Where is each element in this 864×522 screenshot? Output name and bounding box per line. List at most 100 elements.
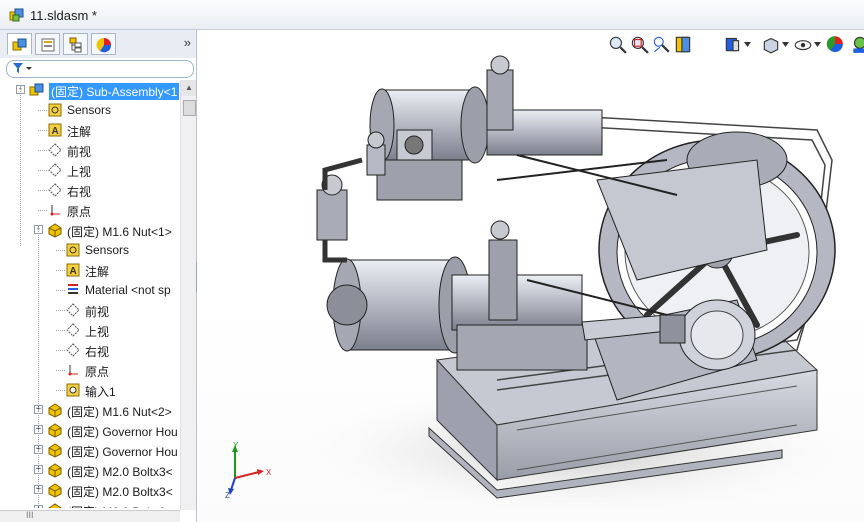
- subassembly-icon: [29, 83, 44, 96]
- tree-connector: [56, 270, 65, 271]
- configuration-manager-icon: [69, 37, 82, 53]
- assembly-tree-icon: [12, 38, 27, 51]
- part-icon: [48, 443, 62, 458]
- tree-item[interactable]: - (固定) Sub-Assembly<1: [0, 80, 180, 100]
- tree-connector: [56, 390, 65, 391]
- scroll-grip: III: [26, 510, 34, 520]
- plane-icon: [48, 143, 62, 157]
- triad-y-label: Y: [233, 441, 239, 450]
- annotation-icon: A: [66, 263, 80, 277]
- tree-item-label: 上视: [85, 325, 110, 339]
- plane-icon: [66, 323, 80, 337]
- feature-manager-panel: » - (固定) Sub-Assembly<1 Sensors A 注解 前视 上视 右视 原点…: [0, 30, 197, 522]
- tree-item[interactable]: Sensors: [0, 100, 180, 120]
- tree-item-label: (固定) M1.6 Nut<1>: [67, 225, 172, 239]
- tab-displaymanager[interactable]: [91, 33, 116, 55]
- tree-item[interactable]: +(固定) M2.0 Boltx3<: [0, 500, 180, 508]
- tree-item-label: 右视: [85, 345, 110, 359]
- tab-propertymanager[interactable]: [35, 33, 60, 55]
- tree-item[interactable]: 原点: [0, 200, 180, 220]
- tree-item-label: 原点: [85, 365, 110, 379]
- tree-guide-line: [20, 86, 21, 246]
- tree-horizontal-scrollbar[interactable]: III: [0, 510, 180, 522]
- tree-item[interactable]: Sensors: [0, 240, 180, 260]
- tree-item-label: (固定) M2.0 Boltx3<: [67, 465, 173, 479]
- tree-item-label: Sensors: [67, 103, 112, 117]
- graphics-area[interactable]: Y X Z: [197, 30, 864, 522]
- tree-item-label: 前视: [67, 145, 92, 159]
- display-manager-icon: [96, 37, 112, 53]
- coordinate-triad: Y X Z: [225, 441, 272, 500]
- tree-connector: [56, 370, 65, 371]
- tree-connector: [56, 350, 65, 351]
- tree-connector: [56, 290, 65, 291]
- feature-tree: - (固定) Sub-Assembly<1 Sensors A 注解 前视 上视 右视 原点 -(…: [0, 80, 180, 508]
- tree-connector: [38, 170, 47, 171]
- tree-item[interactable]: 输入1: [0, 380, 180, 400]
- part-icon: [48, 503, 62, 508]
- title-bar: 11.sldasm *: [0, 0, 864, 30]
- annotation-icon: A: [48, 123, 62, 137]
- tree-item-label: (固定) Governor Hou: [67, 425, 178, 439]
- sensors-icon: [48, 103, 62, 117]
- tree-item-label: Sensors: [85, 243, 130, 257]
- tree-item[interactable]: Material <not sp: [0, 280, 180, 300]
- tree-item[interactable]: A 注解: [0, 120, 180, 140]
- tree-connector: [38, 190, 47, 191]
- tree-item[interactable]: - (固定) M1.6 Nut<1>: [0, 220, 180, 240]
- tree-connector: [38, 130, 47, 131]
- tree-item-label: Material <not sp: [85, 283, 171, 297]
- origin-icon: [68, 365, 78, 376]
- tree-item[interactable]: +(固定) M2.0 Boltx3<: [0, 480, 180, 500]
- tree-item[interactable]: A 注解: [0, 260, 180, 280]
- tree-item[interactable]: 前视: [0, 140, 180, 160]
- part-icon: [48, 223, 62, 238]
- tree-connector: [38, 150, 47, 151]
- tree-vertical-scrollbar[interactable]: ▲: [180, 80, 196, 510]
- scroll-up-arrow-icon[interactable]: ▲: [181, 80, 196, 96]
- tree-item-label: 上视: [67, 165, 92, 179]
- tree-item[interactable]: + (固定) Governor Hou: [0, 440, 180, 460]
- tree-item[interactable]: 右视: [0, 180, 180, 200]
- part-icon: [48, 403, 62, 418]
- svg-text:A: A: [52, 126, 59, 137]
- plane-icon: [66, 303, 80, 317]
- material-icon: [68, 284, 78, 294]
- rear-cylinder: [369, 86, 603, 201]
- tree-item[interactable]: +(固定) M2.0 Boltx3<: [0, 460, 180, 480]
- tab-featuremanager[interactable]: [7, 33, 32, 55]
- tree-item[interactable]: + (固定) M1.6 Nut<2>: [0, 400, 180, 420]
- assembly-document-icon: [9, 8, 24, 22]
- panel-tabs: »: [0, 30, 196, 58]
- tree-item-label: 注解: [67, 125, 92, 139]
- tree-connector: [56, 330, 65, 331]
- window-title: 11.sldasm *: [30, 8, 97, 23]
- scroll-thumb[interactable]: [183, 100, 196, 116]
- svg-text:A: A: [70, 266, 77, 277]
- tree-item-label: (固定) Governor Hou: [67, 445, 178, 459]
- tree-item[interactable]: 上视: [0, 160, 180, 180]
- tab-configurationmanager[interactable]: [63, 33, 88, 55]
- tree-item-label: 注解: [85, 265, 110, 279]
- triad-z-label: Z: [225, 491, 230, 500]
- steam-engine-model[interactable]: [197, 30, 864, 522]
- plane-icon: [48, 183, 62, 197]
- tree-item[interactable]: + (固定) Governor Hou: [0, 420, 180, 440]
- plane-icon: [48, 163, 62, 177]
- tree-connector: [56, 310, 65, 311]
- tree-item[interactable]: 原点: [0, 360, 180, 380]
- origin-icon: [50, 205, 60, 216]
- filter-icon: [13, 63, 32, 73]
- tree-item[interactable]: 右视: [0, 340, 180, 360]
- tree-item-label: 前视: [85, 305, 110, 319]
- tree-item-label: 输入1: [85, 385, 116, 399]
- tree-item[interactable]: 前视: [0, 300, 180, 320]
- tree-item[interactable]: 上视: [0, 320, 180, 340]
- filter-box[interactable]: [6, 60, 194, 78]
- property-manager-icon: [41, 38, 55, 52]
- tree-item-label: 原点: [67, 205, 92, 219]
- front-cylinder: [326, 256, 588, 371]
- triad-x-label: X: [266, 468, 272, 477]
- more-tabs-button[interactable]: »: [184, 35, 191, 50]
- tree-connector: [56, 250, 65, 251]
